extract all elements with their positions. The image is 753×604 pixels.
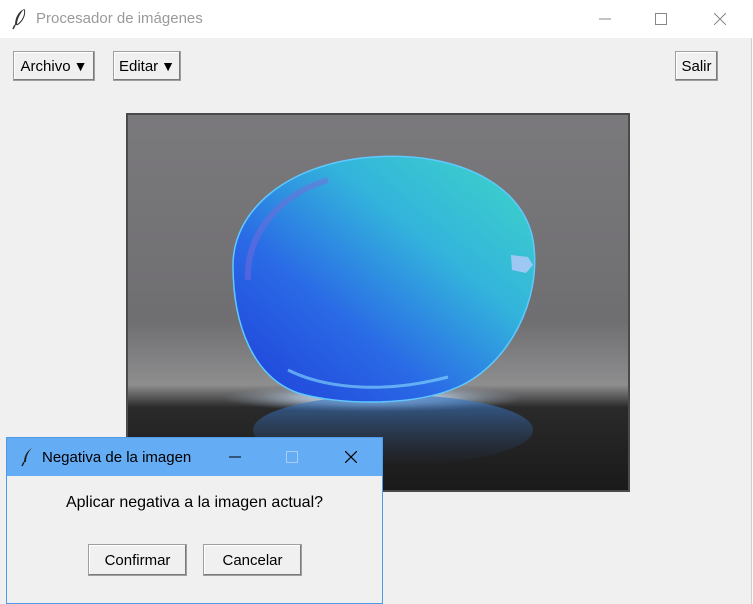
maximize-icon <box>286 451 298 463</box>
dialog-message: Aplicar negativa a la imagen actual? <box>65 494 324 511</box>
dialog-maximize-button <box>270 438 316 476</box>
dialog-close-button[interactable] <box>329 438 375 476</box>
editar-label: Editar <box>118 57 159 75</box>
close-icon <box>714 13 726 25</box>
feather-icon <box>12 8 26 30</box>
archivo-label: Archivo <box>20 57 71 75</box>
dialog-title: Negativa de la imagen <box>42 449 192 466</box>
dropdown-arrow-icon: ▼ <box>73 58 88 74</box>
dropdown-arrow-icon: ▼ <box>161 58 176 74</box>
salir-button[interactable]: Salir <box>675 51 718 81</box>
editar-menu-button[interactable]: Editar ▼ <box>113 51 181 81</box>
close-button[interactable] <box>697 0 743 38</box>
minimize-button[interactable] <box>582 0 628 38</box>
feather-icon <box>21 448 32 467</box>
cancel-button[interactable]: Cancelar <box>203 544 302 576</box>
main-titlebar[interactable]: Procesador de imágenes <box>0 0 752 38</box>
window-title: Procesador de imágenes <box>36 10 203 27</box>
negative-mango-image <box>223 155 536 465</box>
maximize-icon <box>655 13 667 25</box>
salir-label: Salir <box>681 57 712 75</box>
close-icon <box>345 451 357 463</box>
confirm-button[interactable]: Confirmar <box>88 544 187 576</box>
image-canvas <box>126 113 630 492</box>
minimize-icon <box>599 18 611 20</box>
negative-dialog: Negativa de la imagen Aplicar negativa a… <box>6 437 383 604</box>
dialog-titlebar[interactable]: Negativa de la imagen <box>7 438 382 476</box>
archivo-menu-button[interactable]: Archivo ▼ <box>13 51 95 81</box>
minimize-icon <box>229 456 241 458</box>
dialog-minimize-button[interactable] <box>213 438 259 476</box>
maximize-button[interactable] <box>638 0 684 38</box>
